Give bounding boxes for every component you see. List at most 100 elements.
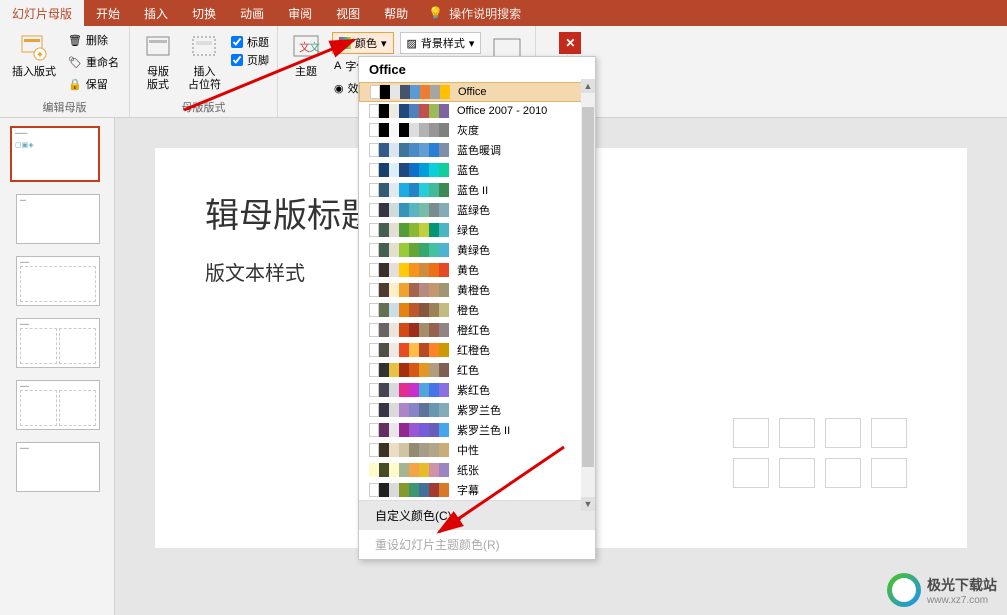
color-scheme-item[interactable]: 字幕 bbox=[359, 480, 595, 500]
tab-home[interactable]: 开始 bbox=[84, 0, 132, 26]
insert-placeholder-button[interactable]: 插入 占位符 bbox=[184, 30, 225, 94]
color-scheme-item[interactable]: 灰度 bbox=[359, 120, 595, 140]
chevron-down-icon: ▾ bbox=[381, 37, 387, 50]
rename-button[interactable]: 🏷重命名 bbox=[66, 52, 121, 72]
color-scheme-item[interactable]: Office bbox=[359, 82, 595, 102]
color-scheme-item[interactable]: 纸张 bbox=[359, 460, 595, 480]
color-scheme-label: 红橙色 bbox=[457, 342, 490, 358]
thumbnail-panel: ━━━━▢▣◈ ━━ ━━━ ━━━ ━━━ ━━━ bbox=[0, 118, 115, 615]
color-scheme-item[interactable]: 紫罗兰色 II bbox=[359, 420, 595, 440]
chart-icon[interactable] bbox=[779, 418, 815, 448]
color-swatches bbox=[369, 303, 449, 317]
color-swatches bbox=[369, 163, 449, 177]
fonts-icon: A bbox=[334, 60, 341, 72]
color-scheme-label: 黄绿色 bbox=[457, 242, 490, 258]
bg-styles-dropdown[interactable]: ▨ 背景样式 ▾ bbox=[400, 32, 482, 54]
color-scheme-item[interactable]: 中性 bbox=[359, 440, 595, 460]
color-scheme-label: 绿色 bbox=[457, 222, 479, 238]
layout-thumbnail[interactable]: ━━━ bbox=[16, 256, 100, 306]
tell-me-label: 操作说明搜索 bbox=[449, 5, 521, 22]
color-scheme-item[interactable]: 黄绿色 bbox=[359, 240, 595, 260]
title-checkbox[interactable]: 标题 bbox=[231, 34, 269, 50]
color-scheme-item[interactable]: 橙红色 bbox=[359, 320, 595, 340]
color-scheme-item[interactable]: 红色 bbox=[359, 360, 595, 380]
color-swatches bbox=[369, 123, 449, 137]
group-master-layout: 母版 版式 插入 占位符 标题 页脚 母版版式 bbox=[130, 26, 278, 117]
color-swatches bbox=[369, 323, 449, 337]
color-swatches bbox=[369, 104, 449, 118]
color-scheme-item[interactable]: Office 2007 - 2010 bbox=[359, 102, 595, 120]
scroll-down-arrow[interactable]: ▼ bbox=[581, 497, 595, 511]
color-swatches bbox=[369, 143, 449, 157]
watermark-logo bbox=[887, 573, 921, 607]
layout-thumbnail[interactable]: ━━━ bbox=[16, 442, 100, 492]
watermark-title: 极光下载站 bbox=[927, 575, 997, 595]
scroll-up-arrow[interactable]: ▲ bbox=[581, 79, 595, 93]
color-scheme-item[interactable]: 黄色 bbox=[359, 260, 595, 280]
color-swatches bbox=[369, 183, 449, 197]
master-layout-button[interactable]: 母版 版式 bbox=[138, 30, 178, 94]
color-scheme-label: 黄橙色 bbox=[457, 282, 490, 298]
picture-icon[interactable] bbox=[733, 458, 769, 488]
color-scheme-item[interactable]: 橙色 bbox=[359, 300, 595, 320]
tell-me-search[interactable]: 💡 操作说明搜索 bbox=[428, 5, 521, 22]
tab-insert[interactable]: 插入 bbox=[132, 0, 180, 26]
online-picture-icon[interactable] bbox=[779, 458, 815, 488]
content-placeholder-icons bbox=[733, 418, 907, 488]
reset-colors-item: 重设幻灯片主题颜色(R) bbox=[359, 530, 595, 559]
layout-thumbnail[interactable]: ━━━ bbox=[16, 318, 100, 368]
layout-thumbnail[interactable]: ━━ bbox=[16, 194, 100, 244]
color-scheme-item[interactable]: 红橙色 bbox=[359, 340, 595, 360]
tab-help[interactable]: 帮助 bbox=[372, 0, 420, 26]
svg-text:✦: ✦ bbox=[36, 50, 44, 61]
color-scheme-item[interactable]: 蓝色暖调 bbox=[359, 140, 595, 160]
color-menu-header: Office bbox=[359, 57, 595, 82]
colors-dropdown[interactable]: 颜色 ▾ bbox=[332, 32, 394, 54]
master-thumbnail[interactable]: ━━━━▢▣◈ bbox=[10, 126, 100, 182]
layout-thumbnail[interactable]: ━━━ bbox=[16, 380, 100, 430]
scrollbar-thumb[interactable] bbox=[582, 107, 594, 467]
icon-icon[interactable] bbox=[871, 458, 907, 488]
tab-transitions[interactable]: 切换 bbox=[180, 0, 228, 26]
video-icon[interactable] bbox=[825, 458, 861, 488]
tab-animations[interactable]: 动画 bbox=[228, 0, 276, 26]
placeholder-label: 插入 占位符 bbox=[188, 66, 221, 92]
color-scheme-label: 灰度 bbox=[457, 122, 479, 138]
group-edit-master: ✦ 插入版式 🗑删除 🏷重命名 🔒保留 编辑母版 bbox=[0, 26, 130, 117]
tab-review[interactable]: 审阅 bbox=[276, 0, 324, 26]
close-icon: ✕ bbox=[559, 32, 581, 54]
color-scheme-item[interactable]: 蓝色 II bbox=[359, 180, 595, 200]
group-label-edit-master: 编辑母版 bbox=[8, 97, 121, 115]
preserve-button[interactable]: 🔒保留 bbox=[66, 74, 121, 94]
color-scheme-item[interactable]: 紫罗兰色 bbox=[359, 400, 595, 420]
color-scheme-label: 橙色 bbox=[457, 302, 479, 318]
color-scheme-label: 紫红色 bbox=[457, 382, 490, 398]
rename-icon: 🏷 bbox=[68, 56, 82, 69]
insert-layout-button[interactable]: ✦ 插入版式 bbox=[8, 30, 60, 81]
color-scheme-label: 中性 bbox=[457, 442, 479, 458]
color-swatches bbox=[369, 223, 449, 237]
table-icon[interactable] bbox=[733, 418, 769, 448]
color-scheme-item[interactable]: 紫红色 bbox=[359, 380, 595, 400]
3d-icon[interactable] bbox=[871, 418, 907, 448]
theme-button[interactable]: 文文 主题 bbox=[286, 30, 326, 81]
tab-slide-master[interactable]: 幻灯片母版 bbox=[0, 0, 84, 26]
colors-dropdown-menu: Office OfficeOffice 2007 - 2010灰度蓝色暖调蓝色蓝… bbox=[358, 56, 596, 560]
delete-button[interactable]: 🗑删除 bbox=[66, 30, 121, 50]
footer-checkbox[interactable]: 页脚 bbox=[231, 52, 269, 68]
color-scheme-label: 蓝色暖调 bbox=[457, 142, 501, 158]
color-scheme-item[interactable]: 黄橙色 bbox=[359, 280, 595, 300]
color-menu-scrollbar[interactable]: ▲ ▼ bbox=[581, 79, 595, 511]
color-scheme-item[interactable]: 绿色 bbox=[359, 220, 595, 240]
tab-view[interactable]: 视图 bbox=[324, 0, 372, 26]
smartart-icon[interactable] bbox=[825, 418, 861, 448]
bg-icon: ▨ bbox=[407, 37, 417, 50]
color-scheme-item[interactable]: 蓝色 bbox=[359, 160, 595, 180]
preserve-icon: 🔒 bbox=[68, 78, 82, 91]
color-scheme-label: 紫罗兰色 bbox=[457, 402, 501, 418]
colors-icon bbox=[339, 37, 351, 49]
tab-bar: 幻灯片母版 开始 插入 切换 动画 审阅 视图 帮助 💡 操作说明搜索 bbox=[0, 0, 1007, 26]
insert-placeholder-icon bbox=[188, 32, 220, 64]
custom-colors-item[interactable]: 自定义颜色(C)... bbox=[359, 501, 595, 530]
color-scheme-item[interactable]: 蓝绿色 bbox=[359, 200, 595, 220]
